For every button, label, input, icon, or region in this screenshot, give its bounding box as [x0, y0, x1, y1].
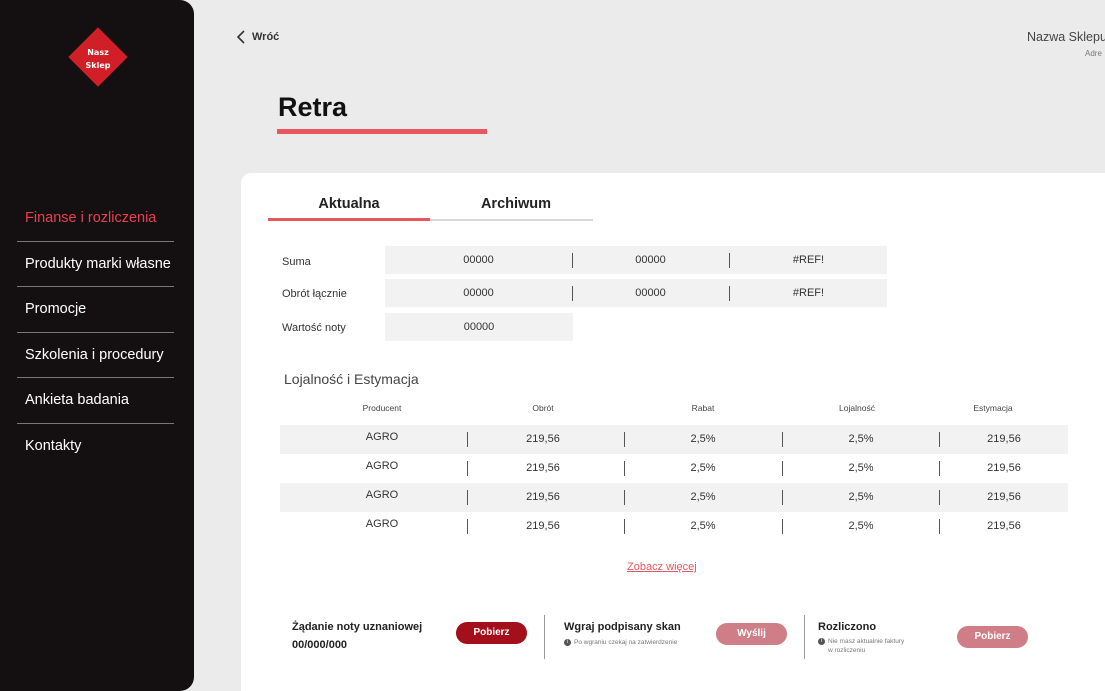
summary-value: 00000 [635, 254, 666, 266]
sidebar: Nasz Sklep Finanse i rozliczenia Produkt… [0, 0, 194, 691]
table-cell-estymacja: 219,56 [987, 433, 1021, 445]
sidebar-item-produkty[interactable]: Produkty marki własne [17, 242, 174, 287]
back-button[interactable]: Wróć [236, 30, 279, 44]
sidebar-item-promocje[interactable]: Promocje [17, 287, 174, 333]
column-header-estymacja: Estymacja [973, 403, 1013, 413]
table-cell-rabat: 2,5% [690, 491, 716, 503]
sidebar-item-szkolenia[interactable]: Szkolenia i procedury [17, 333, 174, 378]
summary-value: #REF! [792, 254, 825, 266]
column-separator [467, 461, 468, 476]
column-separator [624, 519, 625, 534]
summary-label-suma: Suma [282, 256, 311, 268]
column-separator [467, 432, 468, 447]
title-underline [277, 129, 487, 134]
see-more-link[interactable]: Zobacz więcej [627, 561, 697, 573]
table-cell-lojalnosc: 2,5% [848, 520, 874, 532]
sidebar-item-kontakty[interactable]: Kontakty [17, 424, 174, 470]
footer-divider [544, 615, 545, 659]
column-separator [939, 432, 940, 447]
table-cell-lojalnosc: 2,5% [848, 433, 874, 445]
table-cell-estymacja: 219,56 [987, 462, 1021, 474]
table-cell-lojalnosc: 2,5% [848, 462, 874, 474]
info-icon: i [564, 639, 571, 646]
table-cell-estymacja: 219,56 [987, 520, 1021, 532]
table-row: AGRO 219,56 2,5% 2,5% 219,56 [280, 512, 1068, 541]
tab-divider [430, 219, 593, 221]
summary-row-wartosc: 00000 [385, 313, 573, 341]
sidebar-item-finanse[interactable]: Finanse i rozliczenia [17, 196, 174, 242]
summary-row-obrot: 00000 00000 #REF! [385, 279, 887, 307]
logo-line-2: Sklep [85, 61, 111, 70]
settled-note-line-1: Nie masz aktualnie faktury [828, 638, 905, 645]
summary-value: 00000 [463, 287, 494, 299]
table-cell-rabat: 2,5% [690, 520, 716, 532]
column-separator [939, 461, 940, 476]
table-row: AGRO 219,56 2,5% 2,5% 219,56 [280, 483, 1068, 512]
column-separator [939, 519, 940, 534]
summary-value: 00000 [463, 254, 494, 266]
send-scan-button[interactable]: Wyślij [716, 623, 787, 645]
summary-label-wartosc: Wartość noty [282, 322, 346, 334]
tab-active-indicator [268, 218, 430, 221]
back-label: Wróć [252, 31, 280, 43]
column-header-producent: Producent [362, 403, 402, 413]
summary-row-suma: 00000 00000 #REF! [385, 246, 887, 274]
sidebar-nav: Finanse i rozliczenia Produkty marki wła… [17, 196, 174, 469]
page-title: Retra [278, 92, 348, 122]
chevron-left-icon [236, 30, 245, 44]
shop-address: Adre [1085, 49, 1102, 58]
column-separator [624, 461, 625, 476]
sidebar-item-ankieta[interactable]: Ankieta badania [17, 378, 174, 424]
shop-name: Nazwa Sklepu [1027, 30, 1105, 44]
summary-label-obrot: Obrót łącznie [282, 288, 347, 300]
column-header-lojalnosc: Lojalność [839, 403, 875, 413]
settled-note: i Nie masz aktualnie faktury w rozliczen… [818, 637, 904, 655]
table-cell-obrot: 219,56 [526, 491, 560, 503]
summary-value: 00000 [463, 321, 495, 333]
section-title-loyalty: Lojalność i Estymacja [284, 371, 419, 387]
table-cell-producent: AGRO [365, 489, 399, 501]
table-row: AGRO 219,56 2,5% 2,5% 219,56 [280, 425, 1068, 454]
tab-archiwum[interactable]: Archiwum [435, 196, 597, 212]
upload-scan-note-text: Po wgraniu czekaj na zatwierdzenie [574, 639, 678, 646]
upload-scan-title: Wgraj podpisany skan [564, 621, 681, 633]
logo-line-1: Nasz [87, 48, 109, 57]
tab-aktualna[interactable]: Aktualna [268, 196, 430, 212]
column-separator [782, 461, 783, 476]
column-separator [467, 490, 468, 505]
download-settled-button[interactable]: Pobierz [957, 626, 1028, 648]
table-cell-producent: AGRO [365, 431, 399, 443]
table-cell-obrot: 219,56 [526, 462, 560, 474]
settled-note-text: Nie masz aktualnie faktury w rozliczeniu [828, 637, 904, 655]
summary-value: 00000 [635, 287, 666, 299]
column-separator [624, 490, 625, 505]
request-note-title: Żądanie noty uznaniowej [292, 621, 423, 633]
settled-title: Rozliczono [818, 621, 877, 633]
footer-divider [804, 615, 805, 659]
upload-scan-note: i Po wgraniu czekaj na zatwierdzenie [564, 638, 677, 647]
table-cell-producent: AGRO [365, 460, 399, 472]
column-header-rabat: Rabat [691, 403, 715, 413]
table-cell-estymacja: 219,56 [987, 491, 1021, 503]
settled-note-line-2: w rozliczeniu [828, 647, 866, 654]
column-separator [782, 432, 783, 447]
table-cell-producent: AGRO [365, 518, 399, 530]
column-separator [939, 490, 940, 505]
table-cell-lojalnosc: 2,5% [848, 491, 874, 503]
logo-text: Nasz Sklep [70, 46, 126, 72]
table-cell-obrot: 219,56 [526, 433, 560, 445]
summary-value: #REF! [792, 287, 825, 299]
column-separator [782, 519, 783, 534]
column-header-obrot: Obrót [532, 403, 554, 413]
table-cell-rabat: 2,5% [690, 462, 716, 474]
info-icon: i [818, 638, 825, 645]
download-note-button[interactable]: Pobierz [456, 622, 527, 644]
table-row: AGRO 219,56 2,5% 2,5% 219,56 [280, 454, 1068, 483]
request-note-number: 00/000/000 [292, 639, 348, 651]
column-separator [782, 490, 783, 505]
column-separator [624, 432, 625, 447]
column-separator [467, 519, 468, 534]
table-cell-obrot: 219,56 [526, 520, 560, 532]
table-cell-rabat: 2,5% [690, 433, 716, 445]
